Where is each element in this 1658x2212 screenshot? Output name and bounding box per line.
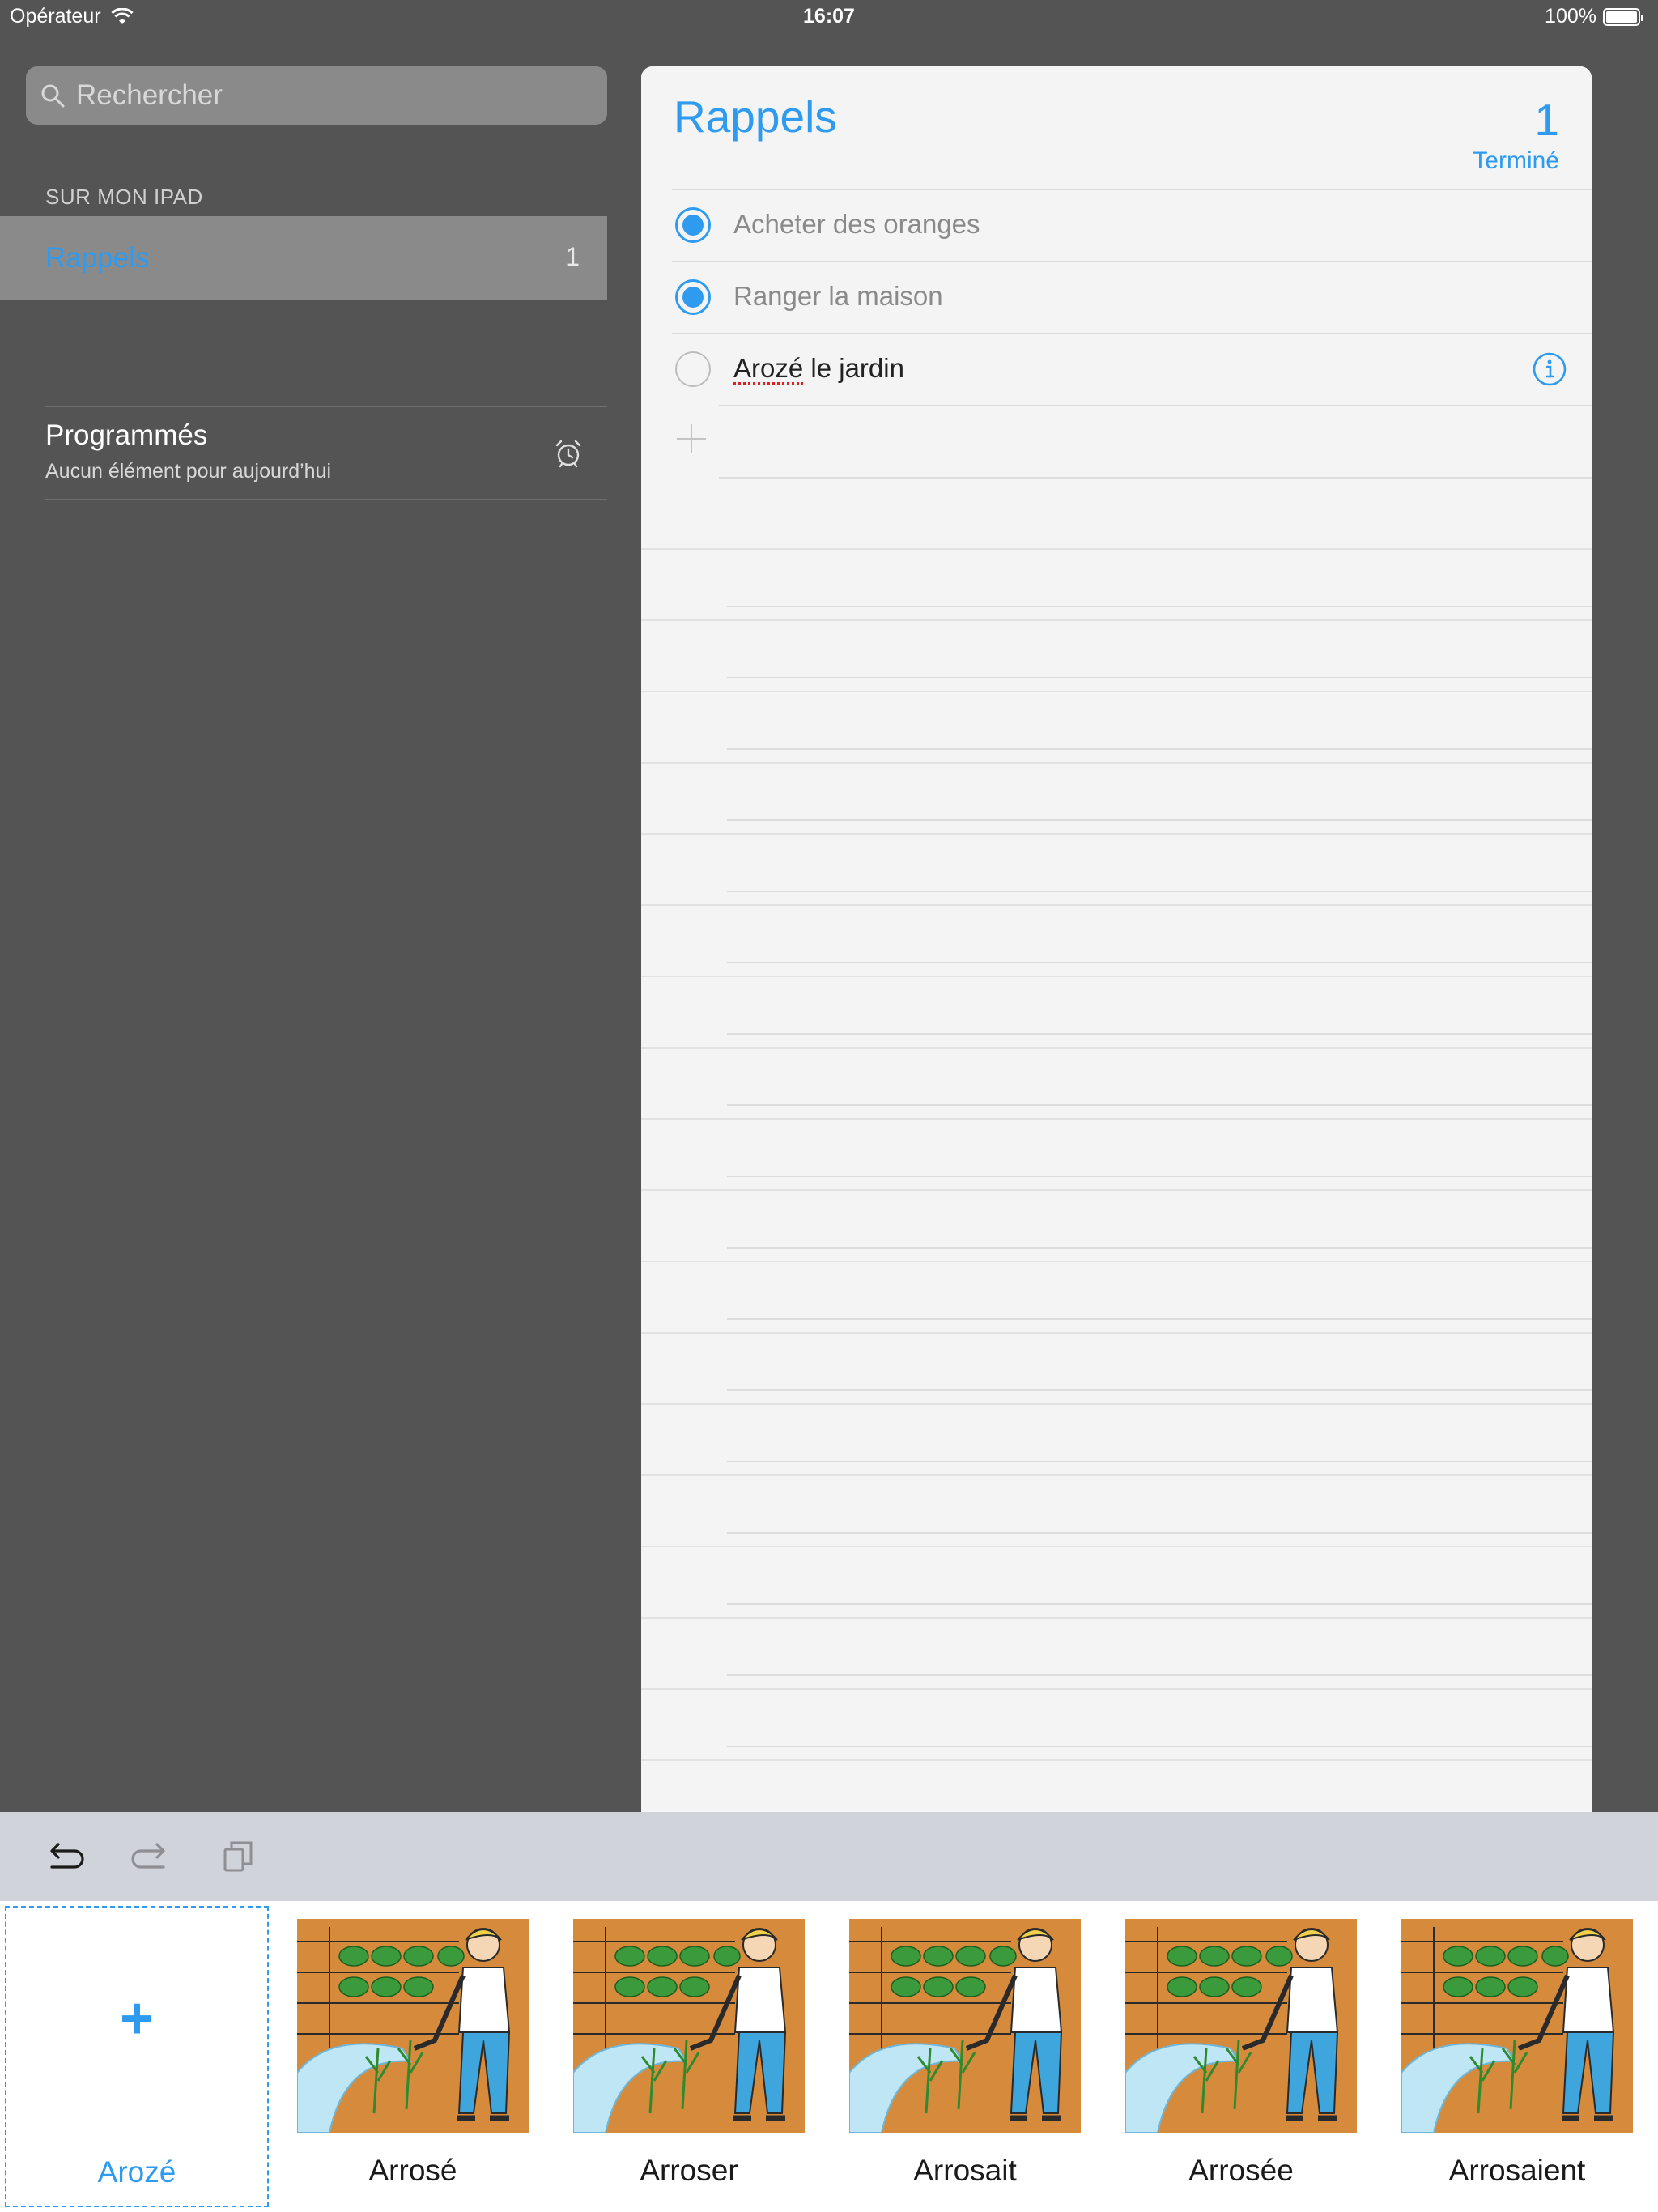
divider [719, 477, 1592, 479]
battery-group: 100% [1545, 5, 1643, 28]
prediction-picture [1124, 1919, 1357, 2133]
prediction-picture [848, 1919, 1081, 2133]
prediction-label: Arroser [640, 2154, 738, 2187]
watering-pictogram-icon [296, 1919, 529, 2133]
task-text-rest: le jardin [803, 353, 904, 383]
plus-icon: + [119, 1986, 155, 2051]
prediction-item[interactable]: Arrosaient [1385, 1906, 1649, 2207]
watering-pictogram-icon [572, 1919, 805, 2133]
info-icon[interactable] [1532, 351, 1567, 387]
reminders-list-panel: Rappels 1 Terminé Acheter des oranges Ra… [641, 66, 1592, 1815]
watering-pictogram-icon [848, 1919, 1081, 2133]
search-input[interactable]: Rechercher [26, 66, 607, 125]
sidebar-item-rappels[interactable]: Rappels 1 [0, 216, 607, 300]
prediction-item[interactable]: Arrosé [281, 1906, 545, 2207]
divider [719, 405, 1592, 406]
prediction-label: Arozé [97, 2155, 176, 2189]
word-prediction-bar: + Arozé Arrosé Arroser Arrosait Arrosée … [0, 1901, 1658, 2212]
status-bar: Opérateur 16:07 100% [0, 0, 1658, 32]
prediction-item[interactable]: Arrosée [1109, 1906, 1373, 2207]
paste-icon[interactable] [219, 1836, 259, 1877]
task-text[interactable]: Ranger la maison [733, 281, 943, 312]
section-label: SUR MON IPAD [45, 185, 203, 209]
prediction-picture [1401, 1919, 1633, 2133]
watering-pictogram-icon [1124, 1919, 1357, 2133]
task-text-input[interactable]: Arozé le jardin [733, 353, 904, 384]
undo-icon[interactable] [44, 1836, 84, 1877]
prediction-label: Arrosait [913, 2154, 1017, 2187]
checkbox-checked[interactable] [675, 279, 711, 315]
divider [45, 406, 607, 407]
watering-pictogram-icon [1401, 1919, 1633, 2133]
completed-count: 1 [1534, 95, 1559, 145]
sidebar-item-count: 1 [565, 242, 580, 271]
checkbox-unchecked[interactable] [675, 351, 711, 387]
prediction-label: Arrosée [1188, 2154, 1294, 2187]
clock: 16:07 [803, 5, 855, 28]
add-reminder-icon[interactable] [674, 421, 709, 457]
prediction-label: Arrosé [368, 2154, 457, 2187]
task-text[interactable]: Acheter des oranges [733, 209, 980, 240]
sidebar-item-label: Rappels [45, 242, 150, 274]
search-icon [41, 84, 65, 108]
prediction-item[interactable]: Arroser [557, 1906, 821, 2207]
prediction-picture [572, 1919, 805, 2133]
done-button[interactable]: Terminé [1473, 147, 1559, 175]
scheduled-subtitle: Aucun élément pour aujourd’hui [45, 460, 332, 483]
prediction-label: Arrosaient [1448, 2154, 1586, 2187]
divider [45, 499, 607, 500]
task-row-editing[interactable]: Arozé le jardin [672, 334, 1571, 405]
paper-lines [727, 536, 1592, 1815]
page-title: Rappels [674, 91, 837, 142]
alarm-clock-icon [555, 440, 581, 468]
battery-icon [1603, 7, 1643, 26]
task-row[interactable]: Ranger la maison [672, 262, 1571, 333]
redo-icon[interactable] [131, 1836, 172, 1877]
prediction-add-word[interactable]: + Arozé [5, 1906, 269, 2207]
battery-percent: 100% [1545, 5, 1596, 28]
search-placeholder: Rechercher [76, 79, 223, 111]
prediction-item[interactable]: Arrosait [833, 1906, 1097, 2207]
scheduled-title: Programmés [45, 419, 208, 451]
checkbox-checked[interactable] [675, 207, 711, 243]
misspelled-word[interactable]: Arozé [733, 353, 803, 383]
prediction-picture [296, 1919, 529, 2133]
keyboard-shortcut-bar [0, 1812, 1658, 1901]
task-row[interactable]: Acheter des oranges [672, 189, 1571, 261]
